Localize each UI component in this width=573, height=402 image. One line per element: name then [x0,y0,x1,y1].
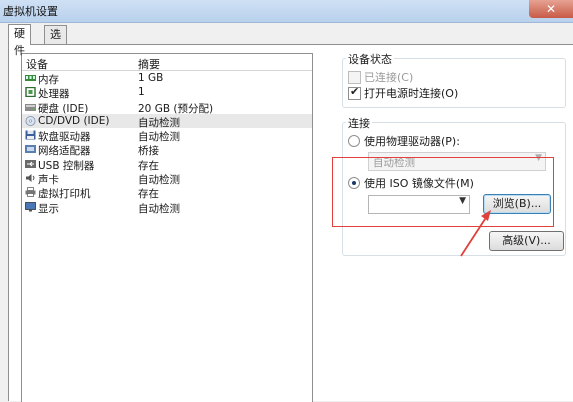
network-icon [25,145,36,154]
close-button[interactable]: ✕ [529,0,573,18]
column-summary[interactable]: 摘要 [138,56,160,72]
connected-checkbox[interactable] [348,71,361,84]
display-icon [25,201,36,212]
device-summary: 自动检测 [138,202,180,215]
usb-icon [25,159,36,168]
checkmark-icon: ✔ [350,85,360,98]
physical-drive-radio[interactable] [348,135,360,147]
device-row-network[interactable]: 网络适配器 桥接 [22,142,312,157]
connect-at-power-on-label: 打开电源时连接(O) [364,87,459,100]
floppy-icon [25,130,36,140]
cd-dvd-icon [25,115,36,126]
column-device[interactable]: 设备 [26,56,48,72]
device-summary: 1 GB [138,72,164,84]
printer-icon [25,187,36,198]
device-row-memory[interactable]: 内存 1 GB [22,71,312,86]
device-row-display[interactable]: 显示 自动检测 [22,200,312,215]
connect-at-power-on-checkbox[interactable]: ✔ [348,85,361,100]
device-row-printer[interactable]: 虚拟打印机 存在 [22,185,312,200]
connection-title: 连接 [346,115,372,131]
harddisk-icon [25,103,36,111]
device-name: 显示 [38,202,59,215]
processor-icon [25,87,36,98]
device-row-sound[interactable]: 声卡 自动检测 [22,171,312,186]
device-summary: 1 [138,86,145,99]
tab-hardware[interactable]: 硬件 [8,24,31,57]
window-title: 虚拟机设置 [3,5,58,18]
device-row-processor[interactable]: 处理器 1 [22,85,312,100]
connected-label: 已连接(C) [364,71,414,84]
sound-icon [26,174,35,183]
title-bar: 虚拟机设置 ✕ [0,0,573,23]
device-list[interactable]: 设备 摘要 内存 1 GB 处理器 1 硬盘 (IDE) 20 GB (预分配)… [21,53,313,402]
physical-drive-label: 使用物理驱动器(P): [364,135,460,148]
advanced-button[interactable]: 高级(V)... [489,231,564,251]
device-list-header: 设备 摘要 [22,54,312,71]
highlight-box [332,157,554,227]
device-row-floppy[interactable]: 软盘驱动器 自动检测 [22,128,312,143]
memory-icon [25,75,36,81]
device-status-group: 设备状态 已连接(C) ✔ 打开电源时连接(O) [342,51,566,108]
device-row-cd-dvd[interactable]: CD/DVD (IDE) 自动检测 [22,113,312,129]
device-status-title: 设备状态 [346,51,394,67]
device-name: CD/DVD (IDE) [38,114,110,127]
device-row-harddisk[interactable]: 硬盘 (IDE) 20 GB (预分配) [22,100,312,115]
device-row-usb[interactable]: USB 控制器 存在 [22,157,312,172]
tab-options[interactable]: 选项 [44,25,67,58]
